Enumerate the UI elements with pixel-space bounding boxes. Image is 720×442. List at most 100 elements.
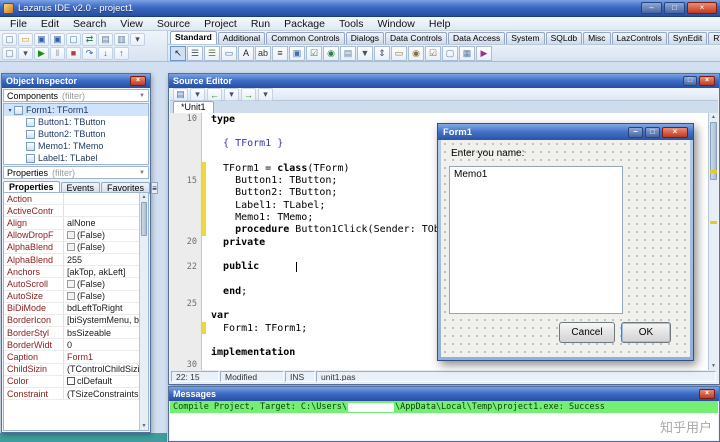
palette-tab-system[interactable]: System <box>506 32 544 44</box>
property-row-caption[interactable]: CaptionForm1 <box>4 351 139 363</box>
property-row-color[interactable]: ColorclDefault <box>4 376 139 388</box>
tab-unit1[interactable]: *Unit1 <box>173 101 214 113</box>
palette-tab-data-controls[interactable]: Data Controls <box>385 32 447 44</box>
source-editor-close-button[interactable]: × <box>699 76 715 86</box>
form-designer-window[interactable]: Form1 – □ × Enter you name: Memo1 Cancel… <box>437 123 694 361</box>
form-maximize-button[interactable]: □ <box>645 127 660 138</box>
palette-tab-additional[interactable]: Additional <box>218 32 265 44</box>
menu-window[interactable]: Window <box>371 17 422 30</box>
unit-dropdown-icon[interactable]: ▾ <box>190 88 205 101</box>
step-over-icon[interactable]: ↷ <box>82 47 97 60</box>
name-label[interactable]: Enter you name: <box>451 148 524 159</box>
palette-tab-rtti[interactable]: RTTI <box>708 32 720 44</box>
components-filter-input[interactable]: Components (filter) ▼ <box>3 89 149 102</box>
step-out-icon[interactable]: ↑ <box>114 47 129 60</box>
scroll-up-icon[interactable]: ▲ <box>709 113 718 121</box>
build-mode-icon[interactable]: ▢ <box>2 47 17 60</box>
form-close-button[interactable]: × <box>662 127 688 138</box>
compile-success-message[interactable]: Compile Project, Target: C:\Users\ \AppD… <box>170 401 718 413</box>
property-grid-scrollbar[interactable]: ▲ ▼ <box>139 193 148 430</box>
tmainmenu-icon[interactable]: ☰ <box>187 46 203 61</box>
save-all-icon[interactable]: ▣ <box>50 33 65 46</box>
property-row-activecontr[interactable]: ActiveContr <box>4 205 139 217</box>
checkbox-icon[interactable] <box>67 231 75 239</box>
menu-dropdown-icon[interactable]: ▾ <box>130 33 145 46</box>
form-titlebar[interactable]: Form1 – □ × <box>438 124 693 140</box>
palette-tab-sqldb[interactable]: SQLdb <box>546 32 582 44</box>
checkbox-icon[interactable] <box>67 280 75 288</box>
maximize-button[interactable]: □ <box>664 2 685 14</box>
step-into-icon[interactable]: ↓ <box>98 47 113 60</box>
tree-item-label1-tlabel[interactable]: Label1: TLabel <box>4 152 148 164</box>
form-canvas[interactable]: Enter you name: Memo1 Cancel OK <box>441 140 690 357</box>
build-mode-dropdown-icon[interactable]: ▾ <box>18 47 33 60</box>
checkbox-icon[interactable] <box>67 292 75 300</box>
palette-tab-common-controls[interactable]: Common Controls <box>266 32 345 44</box>
oi-tabs-menu-icon[interactable]: ≡ <box>151 182 158 194</box>
palette-tab-synedit[interactable]: SynEdit <box>668 32 707 44</box>
scroll-down-icon[interactable]: ▼ <box>709 362 718 370</box>
tscrollbar-icon[interactable]: ⇕ <box>374 46 390 61</box>
title-bar[interactable]: Lazarus IDE v2.0 - project1 – □ × <box>0 0 720 17</box>
tgroupbox-icon[interactable]: ▭ <box>391 46 407 61</box>
palette-tab-standard[interactable]: Standard <box>170 31 217 44</box>
menu-file[interactable]: File <box>3 17 34 30</box>
menu-package[interactable]: Package <box>277 17 332 30</box>
minimize-button[interactable]: – <box>641 2 662 14</box>
tactionlist-icon[interactable]: ▶ <box>476 46 492 61</box>
property-row-alphablend[interactable]: AlphaBlend(False) <box>4 242 139 254</box>
menu-search[interactable]: Search <box>66 17 113 30</box>
scrollbar-thumb[interactable] <box>141 202 147 236</box>
palette-tab-data-access[interactable]: Data Access <box>448 32 505 44</box>
palette-tab-misc[interactable]: Misc <box>583 32 610 44</box>
tcombobox-icon[interactable]: ▼ <box>357 46 373 61</box>
property-row-constraint[interactable]: Constraint(TSizeConstraints) <box>4 388 139 400</box>
property-row-allowdropf[interactable]: AllowDropF(False) <box>4 230 139 242</box>
menu-project[interactable]: Project <box>197 17 244 30</box>
form-minimize-button[interactable]: – <box>628 127 643 138</box>
filter-dropdown-icon[interactable]: ▼ <box>139 93 145 99</box>
tcheckbox-icon[interactable]: ☑ <box>306 46 322 61</box>
tmemo-icon[interactable]: ≡ <box>272 46 288 61</box>
tree-item-button2-tbutton[interactable]: Button2: TButton <box>4 128 148 140</box>
ttogglebox-icon[interactable]: ▣ <box>289 46 305 61</box>
unit-page-icon[interactable]: ▤ <box>173 88 188 101</box>
pause-icon[interactable]: ‖ <box>50 47 65 60</box>
menu-tools[interactable]: Tools <box>332 17 371 30</box>
forward-dropdown-icon[interactable]: ▾ <box>258 88 273 101</box>
property-row-autoscroll[interactable]: AutoScroll(False) <box>4 278 139 290</box>
menu-view[interactable]: View <box>113 17 150 30</box>
back-icon[interactable]: ← <box>207 88 222 101</box>
tpanel-icon[interactable]: ▢ <box>442 46 458 61</box>
checkbox-icon[interactable] <box>67 243 75 251</box>
close-button[interactable]: × <box>687 2 717 14</box>
object-inspector-close-button[interactable]: × <box>130 76 146 86</box>
editor-scrollbar[interactable]: ▲ ▼ <box>708 113 718 370</box>
tree-item-memo1-tmemo[interactable]: Memo1: TMemo <box>4 140 148 152</box>
property-row-alphablend[interactable]: AlphaBlend255 <box>4 254 139 266</box>
cancel-button[interactable]: Cancel <box>559 322 615 343</box>
property-row-bordericon[interactable]: BorderIcon[biSystemMenu, biMi <box>4 315 139 327</box>
tlabel-icon[interactable]: A <box>238 46 254 61</box>
tpopupmenu-icon[interactable]: ☰ <box>204 46 220 61</box>
forward-icon[interactable]: → <box>241 88 256 101</box>
select-pointer-icon[interactable]: ↖ <box>170 46 186 61</box>
menu-help[interactable]: Help <box>422 17 458 30</box>
tedit-icon[interactable]: ab <box>255 46 271 61</box>
new-form-icon[interactable]: ▢ <box>66 33 81 46</box>
scroll-down-icon[interactable]: ▼ <box>140 422 148 430</box>
source-editor-maximize-button[interactable]: □ <box>683 76 697 86</box>
tlistbox-icon[interactable]: ▤ <box>340 46 356 61</box>
property-row-childsizin[interactable]: ChildSizin(TControlChildSizi <box>4 364 139 376</box>
messages-close-button[interactable]: × <box>699 389 715 399</box>
toggle-form-unit-icon[interactable]: ⇄ <box>82 33 97 46</box>
source-editor-titlebar[interactable]: Source Editor □ × <box>169 74 719 88</box>
tcheckgroup-icon[interactable]: ☑ <box>425 46 441 61</box>
save-icon[interactable]: ▣ <box>34 33 49 46</box>
palette-tab-lazcontrols[interactable]: LazControls <box>612 32 667 44</box>
menu-source[interactable]: Source <box>150 17 197 30</box>
property-row-borderwidt[interactable]: BorderWidt0 <box>4 339 139 351</box>
open-file-icon[interactable]: ▭ <box>18 33 33 46</box>
tree-item-button1-tbutton[interactable]: Button1: TButton <box>4 116 148 128</box>
messages-titlebar[interactable]: Messages × <box>169 387 719 401</box>
